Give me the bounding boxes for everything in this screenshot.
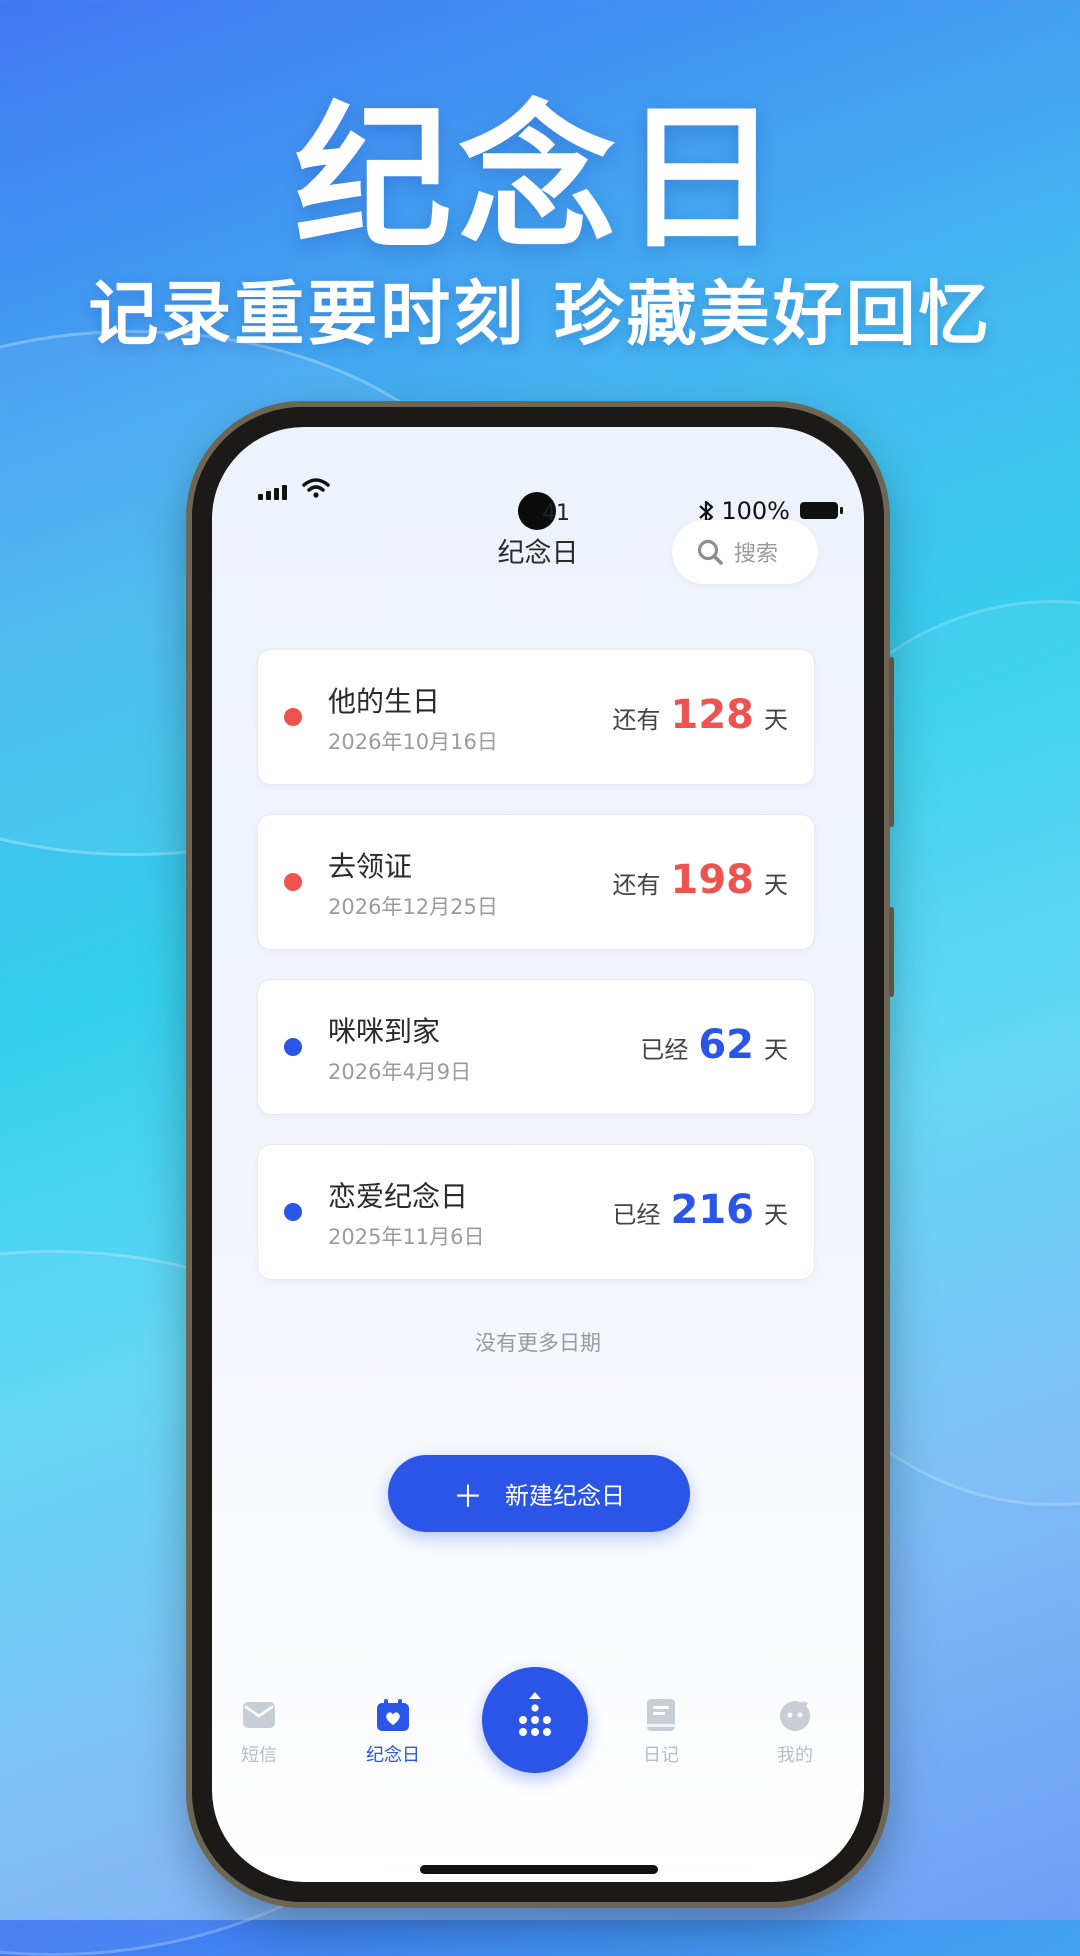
event-title: 他的生日	[328, 685, 441, 718]
event-title: 去领证	[328, 850, 413, 883]
battery-icon	[800, 502, 843, 519]
book-icon	[647, 1699, 675, 1731]
event-dot	[284, 708, 302, 726]
search-input[interactable]: 搜索	[672, 520, 818, 584]
phone-side-button	[889, 657, 894, 827]
phone-side-button	[889, 907, 894, 997]
plus-icon: ＋	[453, 1479, 483, 1515]
status-time: 41	[542, 501, 570, 526]
tab-profile[interactable]: 我的	[750, 1697, 840, 1767]
event-date: 2026年4月9日	[328, 1060, 472, 1084]
search-placeholder: 搜索	[734, 542, 779, 567]
profile-icon	[780, 1701, 810, 1731]
event-title: 咪咪到家	[328, 1015, 441, 1048]
signal-icon	[258, 485, 287, 500]
tab-label: 我的	[777, 1745, 813, 1766]
tab-label: 纪念日	[366, 1745, 420, 1766]
event-date: 2026年12月25日	[328, 895, 498, 919]
event-day-count: 62	[698, 1022, 754, 1068]
tab-anniversary[interactable]: 纪念日	[348, 1697, 438, 1767]
phone-screen: 41 100% 纪念日 搜索 他的生日 2026年10月16日 还有 128 天	[212, 427, 864, 1882]
tab-label: 日记	[643, 1745, 679, 1766]
tab-bar: 短信 纪念日 日记 我的	[212, 1667, 864, 1817]
event-card[interactable]: 咪咪到家 2026年4月9日 已经 62 天	[257, 979, 815, 1115]
event-day-label: 已经	[640, 1036, 689, 1064]
search-icon	[697, 539, 723, 565]
event-day-count: 216	[670, 1187, 755, 1233]
tab-messages[interactable]: 短信	[214, 1697, 304, 1767]
event-day-unit: 天	[764, 1201, 788, 1229]
event-card[interactable]: 他的生日 2026年10月16日 还有 128 天	[257, 649, 815, 785]
hero-title: 纪念日	[294, 87, 786, 271]
event-dot	[284, 1203, 302, 1221]
home-indicator	[420, 1865, 658, 1874]
event-dot	[284, 1038, 302, 1056]
status-bar: 41 100%	[212, 467, 864, 530]
event-card[interactable]: 去领证 2026年12月25日 还有 198 天	[257, 814, 815, 950]
event-day-label: 还有	[612, 706, 661, 734]
event-day-label: 已经	[612, 1201, 661, 1229]
event-title: 恋爱纪念日	[328, 1180, 469, 1213]
apps-button[interactable]	[482, 1667, 588, 1773]
event-day-label: 还有	[612, 871, 661, 899]
new-anniversary-label: 新建纪念日	[505, 1482, 625, 1510]
hero-subtitle: 记录重要时刻 珍藏美好回忆	[88, 273, 992, 355]
calendar-heart-icon	[377, 1699, 409, 1731]
tab-label: 短信	[241, 1745, 277, 1766]
event-day-count: 128	[670, 692, 755, 738]
event-day-unit: 天	[764, 1036, 788, 1064]
new-anniversary-button[interactable]: ＋ 新建纪念日	[388, 1455, 690, 1532]
event-card[interactable]: 恋爱纪念日 2025年11月6日 已经 216 天	[257, 1144, 815, 1280]
tab-diary[interactable]: 日记	[616, 1697, 706, 1767]
mail-icon	[243, 1702, 275, 1728]
event-day-unit: 天	[764, 706, 788, 734]
phone-frame: 41 100% 纪念日 搜索 他的生日 2026年10月16日 还有 128 天	[192, 407, 894, 1902]
list-end-text: 没有更多日期	[475, 1331, 601, 1355]
apps-icon	[519, 1692, 551, 1736]
wifi-icon	[302, 478, 330, 498]
event-date: 2025年11月6日	[328, 1225, 485, 1249]
event-day-unit: 天	[764, 871, 788, 899]
event-date: 2026年10月16日	[328, 730, 498, 754]
event-day-count: 198	[670, 857, 755, 903]
event-dot	[284, 873, 302, 891]
